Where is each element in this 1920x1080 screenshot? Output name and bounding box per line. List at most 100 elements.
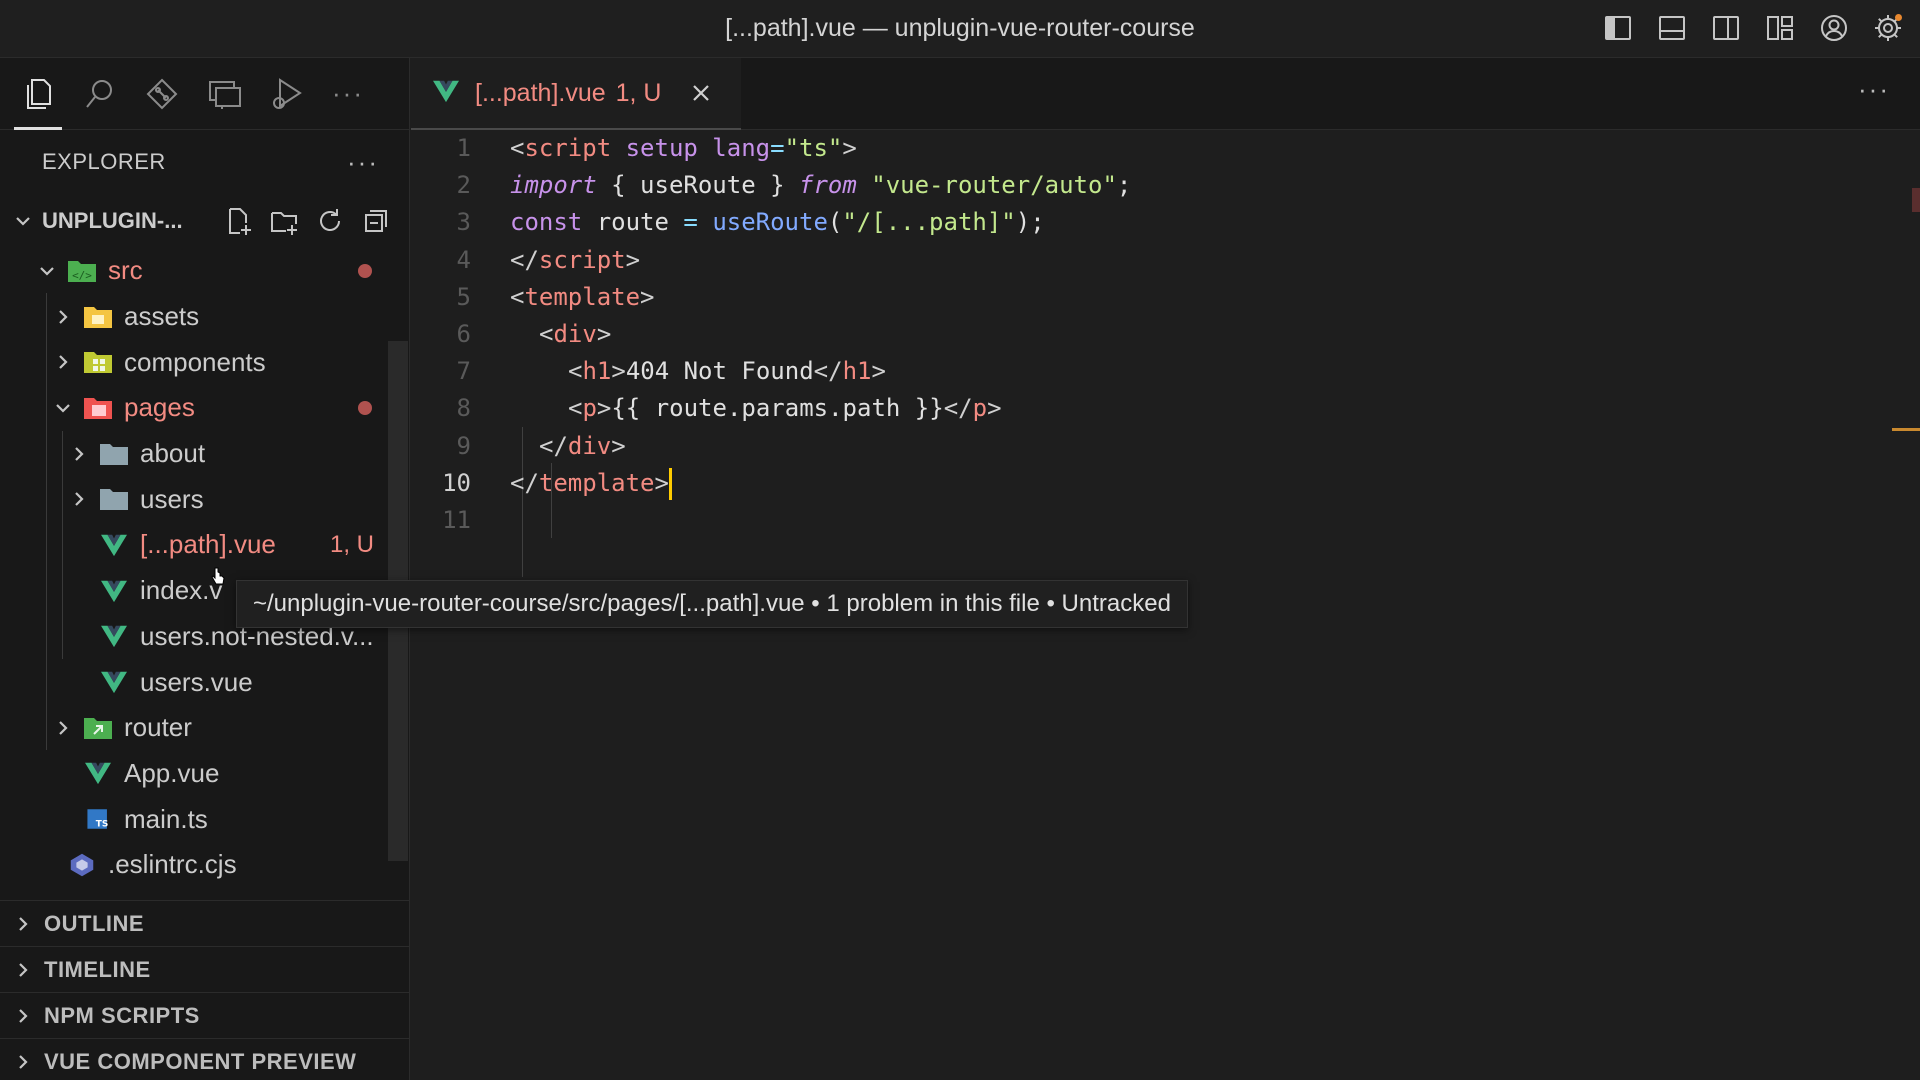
explorer-title: EXPLORER xyxy=(42,149,166,174)
typescript-file-icon: TS xyxy=(82,805,114,833)
explorer-files-icon[interactable] xyxy=(14,74,62,130)
svg-text:</>: </> xyxy=(72,269,92,282)
tab-label: [...path].vue xyxy=(475,78,606,107)
tree-item-assets[interactable]: assets xyxy=(0,294,409,340)
vue-file-icon xyxy=(98,622,130,650)
code-line: 11 xyxy=(442,505,471,534)
router-folder-icon xyxy=(82,714,114,742)
tree-item-path-vue[interactable]: [...path].vue 1, U xyxy=(0,522,409,568)
code-line: 7 <h1>404 Not Found</h1> xyxy=(456,357,886,386)
new-folder-icon[interactable] xyxy=(268,205,300,237)
editor-more-actions[interactable]: ··· xyxy=(1858,74,1890,105)
code-editor[interactable]: 1 <script setup lang="ts"> 2 import { us… xyxy=(411,130,1920,577)
vue-file-icon xyxy=(98,531,130,559)
project-actions xyxy=(222,205,392,237)
search-icon[interactable] xyxy=(80,74,120,114)
tree-item-components[interactable]: components xyxy=(0,339,409,385)
code-line: 4 </script> xyxy=(456,245,641,274)
file-tree: </> src assets components pages about us… xyxy=(0,248,409,888)
npm-scripts-section[interactable]: NPM SCRIPTS xyxy=(0,992,410,1038)
chevron-down-icon xyxy=(36,260,58,282)
tree-item-main-ts[interactable]: TS main.ts xyxy=(0,796,409,842)
primary-sidebar: ··· EXPLORER ··· UNPLUGIN-... </> src as… xyxy=(0,58,410,1080)
assets-folder-icon xyxy=(82,303,114,331)
tree-item-src[interactable]: </> src xyxy=(0,248,409,294)
chevron-right-icon xyxy=(52,351,74,373)
tree-item-pages[interactable]: pages xyxy=(0,385,409,431)
overview-ruler-marker xyxy=(1892,428,1920,431)
modified-dot xyxy=(358,263,372,278)
tree-item-router[interactable]: router xyxy=(0,705,409,751)
outline-section[interactable]: OUTLINE xyxy=(0,900,410,946)
eslint-file-icon xyxy=(66,851,98,879)
tab-problem-badge: 1, U xyxy=(615,78,662,107)
vue-file-icon xyxy=(98,668,130,696)
code-line: 6 <div> xyxy=(456,319,612,348)
manage-gear-icon[interactable] xyxy=(1870,10,1906,46)
project-folder-header[interactable]: UNPLUGIN-... xyxy=(0,194,409,248)
customize-layout-icon[interactable] xyxy=(1762,10,1798,46)
explorer-header: EXPLORER ··· xyxy=(0,130,409,194)
chevron-right-icon xyxy=(12,1051,34,1073)
tree-item-about[interactable]: about xyxy=(0,431,409,477)
vue-file-icon xyxy=(98,577,130,605)
run-debug-icon[interactable] xyxy=(266,74,306,114)
refresh-icon[interactable] xyxy=(314,205,346,237)
toggle-panel-icon[interactable] xyxy=(1654,10,1690,46)
code-line-current: 10 </template> xyxy=(411,465,1920,502)
vue-component-preview-section[interactable]: VUE COMPONENT PREVIEW xyxy=(0,1038,410,1080)
chevron-right-icon xyxy=(12,913,34,935)
chevron-right-icon xyxy=(52,306,74,328)
chevron-right-icon xyxy=(68,488,90,510)
remote-explorer-icon[interactable] xyxy=(204,74,244,114)
more-views-icon[interactable]: ··· xyxy=(332,78,364,109)
components-folder-icon xyxy=(82,348,114,376)
accounts-icon[interactable] xyxy=(1816,10,1852,46)
tab-path-vue[interactable]: [...path].vue 1, U xyxy=(411,58,741,130)
code-line: 2 import { useRoute } from "vue-router/a… xyxy=(456,171,1132,200)
chevron-right-icon xyxy=(12,959,34,981)
svg-text:TS: TS xyxy=(96,819,109,829)
tree-item-app-vue[interactable]: App.vue xyxy=(0,751,409,797)
src-folder-icon: </> xyxy=(66,257,98,285)
close-icon[interactable] xyxy=(688,80,714,106)
mouse-pointer-icon xyxy=(211,567,225,585)
explorer-more-actions[interactable]: ··· xyxy=(347,147,379,178)
modified-dot xyxy=(358,400,372,415)
activity-bar: ··· xyxy=(0,58,409,130)
title-bar-actions xyxy=(1600,10,1906,46)
chevron-down-icon xyxy=(52,397,74,419)
editor-tab-bar: [...path].vue 1, U ··· xyxy=(411,58,1920,130)
tree-item-users[interactable]: users xyxy=(0,476,409,522)
file-hover-tooltip: ~/unplugin-vue-router-course/src/pages/[… xyxy=(236,580,1188,628)
editor-area: [...path].vue 1, U ··· 1 <script setup l… xyxy=(411,58,1920,1080)
code-line: 8 <p>{{ route.params.path }}</p> xyxy=(456,394,1002,423)
text-cursor xyxy=(668,467,672,500)
toggle-primary-sidebar-icon[interactable] xyxy=(1600,10,1636,46)
timeline-section[interactable]: TIMELINE xyxy=(0,946,410,992)
code-line: 9 </div> xyxy=(456,431,626,460)
project-name: UNPLUGIN-... xyxy=(42,208,183,233)
vue-file-icon xyxy=(82,759,114,787)
tree-item-users-vue[interactable]: users.vue xyxy=(0,659,409,705)
problem-badge: 1, U xyxy=(330,530,375,558)
update-notification-dot xyxy=(1895,14,1902,21)
folder-icon xyxy=(98,485,130,513)
chevron-down-icon xyxy=(12,210,34,232)
chevron-right-icon xyxy=(52,717,74,739)
chevron-right-icon xyxy=(68,443,90,465)
source-control-icon[interactable] xyxy=(142,74,182,114)
folder-icon xyxy=(98,440,130,468)
pages-folder-icon xyxy=(82,394,114,422)
tree-item-eslintrc[interactable]: .eslintrc.cjs xyxy=(0,842,409,888)
title-bar: [...path].vue — unplugin-vue-router-cour… xyxy=(0,0,1920,58)
vue-file-icon xyxy=(431,78,461,109)
code-line: 5 <template> xyxy=(456,282,655,311)
toggle-secondary-sidebar-icon[interactable] xyxy=(1708,10,1744,46)
collapse-all-icon[interactable] xyxy=(360,205,392,237)
chevron-right-icon xyxy=(12,1005,34,1027)
new-file-icon[interactable] xyxy=(222,205,254,237)
minimap-error-marker xyxy=(1912,188,1920,212)
code-line: 3 const route = useRoute("/[...path]"); xyxy=(456,208,1045,237)
code-line: 1 <script setup lang="ts"> xyxy=(456,134,857,162)
